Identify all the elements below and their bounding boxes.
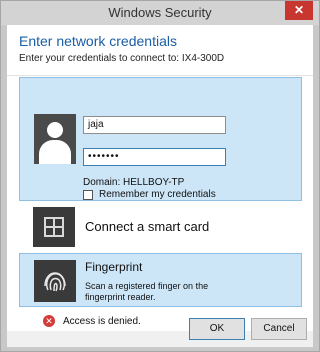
credential-tile[interactable]: jaja ••••••• Domain: HELLBOY-TP Remember…: [19, 77, 302, 201]
window-title: Windows Security: [108, 5, 212, 20]
fingerprint-title: Fingerprint: [85, 260, 143, 274]
smart-card-icon: [33, 207, 75, 247]
domain-label: Domain: HELLBOY-TP: [83, 177, 185, 188]
header-divider: [7, 75, 313, 76]
user-avatar-icon: [34, 114, 76, 164]
dialog-body: Enter network credentials Enter your cre…: [7, 25, 313, 347]
fingerprint-tile[interactable]: Fingerprint Scan a registered finger on …: [19, 253, 302, 307]
error-message: ✕ Access is denied.: [43, 315, 141, 327]
titlebar: Windows Security ✕: [1, 1, 319, 25]
ok-button[interactable]: OK: [189, 318, 245, 340]
dialog-heading: Enter network credentials: [19, 33, 177, 49]
fingerprint-icon: [34, 260, 76, 302]
username-field[interactable]: jaja: [83, 116, 226, 134]
close-button[interactable]: ✕: [285, 1, 313, 20]
remember-label: Remember my credentials: [99, 189, 216, 200]
windows-security-dialog: Windows Security ✕ Enter network credent…: [0, 0, 320, 352]
remember-credentials-checkbox[interactable]: Remember my credentials: [83, 189, 216, 200]
checkbox-box[interactable]: [83, 189, 93, 200]
dialog-subheading: Enter your credentials to connect to: IX…: [19, 53, 225, 64]
close-icon: ✕: [293, 3, 305, 17]
smart-card-tile[interactable]: Connect a smart card: [19, 205, 302, 249]
cancel-button[interactable]: Cancel: [251, 318, 307, 340]
password-field[interactable]: •••••••: [83, 148, 226, 166]
fingerprint-description: Scan a registered finger on the fingerpr…: [85, 281, 209, 302]
error-text: Access is denied.: [63, 315, 141, 327]
smart-card-label: Connect a smart card: [85, 219, 210, 234]
error-icon: ✕: [43, 315, 55, 327]
